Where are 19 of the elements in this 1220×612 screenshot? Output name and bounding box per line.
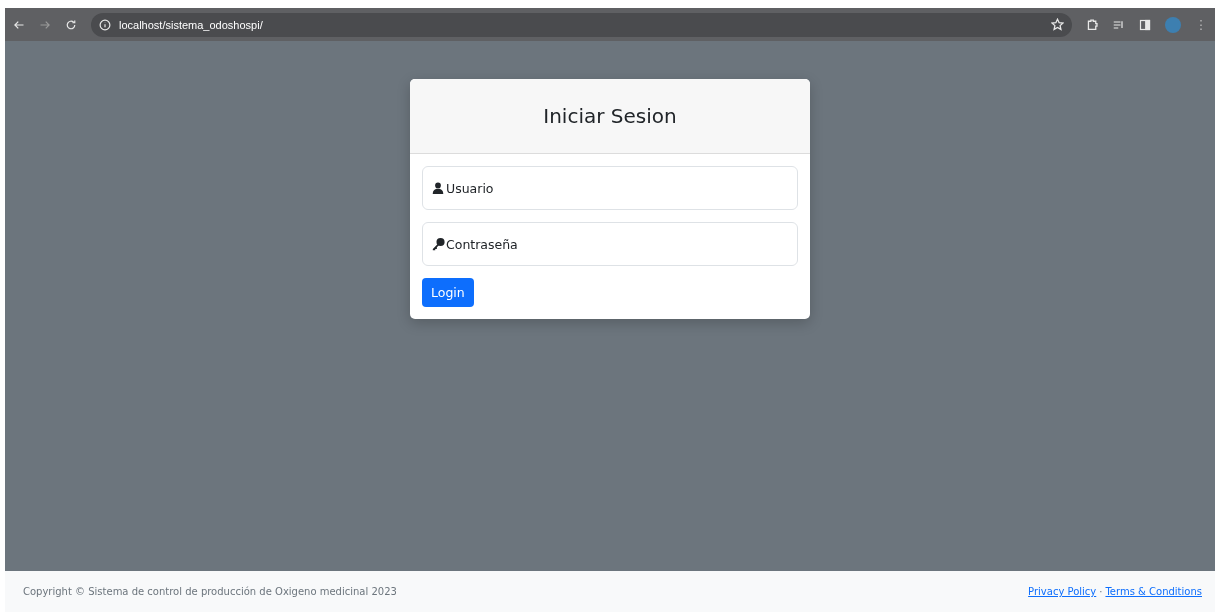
info-icon[interactable]	[99, 18, 111, 31]
media-list-icon[interactable]	[1113, 18, 1125, 31]
reload-icon[interactable]	[65, 18, 77, 31]
login-button[interactable]: Login	[422, 278, 474, 307]
key-icon	[432, 237, 445, 251]
puzzle-icon[interactable]	[1086, 18, 1099, 31]
back-arrow-icon[interactable]	[13, 18, 25, 31]
footer-link[interactable]: Terms & Conditions	[1105, 586, 1202, 597]
separator-dot: ·	[1099, 586, 1103, 597]
card-title: Iniciar Sesion	[543, 104, 677, 128]
username-field[interactable]: Usuario	[422, 166, 798, 210]
star-icon[interactable]	[1051, 18, 1064, 31]
footer-link[interactable]: Privacy Policy	[1028, 586, 1097, 597]
side-panel-icon[interactable]	[1139, 18, 1151, 31]
url-text: localhost/sistema_odoshospi/	[119, 18, 263, 31]
copyright-text: Copyright © Sistema de control de producción de Oxigeno medicinal 2023	[23, 586, 397, 597]
user-icon	[432, 182, 444, 194]
address-bar[interactable]: localhost/sistema_odoshospi/	[91, 12, 1072, 37]
password-field[interactable]: Contraseña	[422, 222, 798, 266]
